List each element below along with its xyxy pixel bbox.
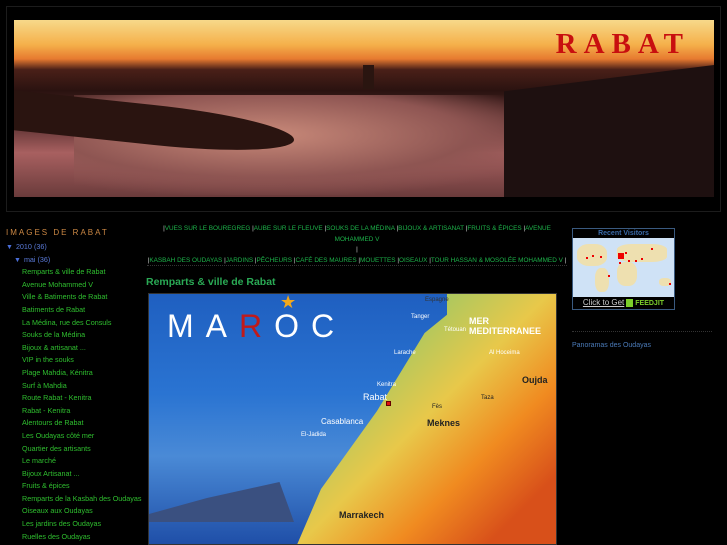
archive-post-link[interactable]: Remparts & ville de Rabat — [6, 267, 141, 280]
archive-post-link[interactable]: Remparts de la Kasbah des Oudayas — [6, 494, 141, 507]
archive-post-link[interactable]: Les Oudayas côté mer — [6, 431, 141, 444]
archive-post-link[interactable]: Alentours de Rabat — [6, 418, 141, 431]
category-nav: |VUES SUR LE BOUREGREG |AUBE SUR LE FLEU… — [147, 225, 567, 264]
archive-post-link[interactable]: Batiments de Rabat — [6, 305, 141, 318]
archive-post-link[interactable]: Les jardins des Oudayas — [6, 519, 141, 532]
feedjit-logo-icon — [626, 298, 634, 307]
archive-post-link[interactable]: Ruelles des Oudayas — [6, 532, 141, 545]
divider — [147, 265, 567, 266]
header-banner-image[interactable]: RABAT — [14, 20, 714, 197]
morocco-map-image[interactable]: MAROC ★ MER MEDITERRANEE Espagne Tanger … — [148, 293, 557, 545]
panoramas-link[interactable]: Panoramas des Oudayas — [572, 342, 651, 349]
archive-post-link[interactable]: Surf à Mahdia — [6, 381, 141, 394]
nav-link[interactable]: JARDINS — [226, 257, 253, 264]
archive-post-link[interactable]: Quartier des artisants — [6, 444, 141, 457]
archive-post-link[interactable]: Rabat - Kenitra — [6, 406, 141, 419]
visitors-world-map[interactable] — [573, 238, 674, 297]
nav-link[interactable]: CAFÉ DES MAURES — [296, 257, 357, 264]
archive-post-link[interactable]: Le marché — [6, 456, 141, 469]
archive-post-link[interactable]: Plage Mahdia, Kénitra — [6, 368, 141, 381]
blog-archive: ▼ 2010 (36) ▼ mai (36) Remparts & ville de… — [6, 242, 141, 544]
divider — [572, 331, 712, 332]
archive-post-link[interactable]: Fruits & épices — [6, 481, 141, 494]
nav-link[interactable]: BIJOUX & ARTISANAT — [398, 225, 464, 232]
nav-link[interactable]: VUES SUR LE BOUREGREG — [165, 225, 251, 232]
archive-post-link[interactable]: VIP in the souks — [6, 355, 141, 368]
triangle-down-icon[interactable]: ▼ — [6, 244, 13, 251]
nav-link[interactable]: FRUITS & ÉPICES — [467, 225, 521, 232]
archive-post-link[interactable]: Avenue Mohammed V — [6, 280, 141, 293]
nav-link[interactable]: TOUR HASSAN & MOSOLÉE MOHAMMED V — [431, 257, 563, 264]
star-icon: ★ — [280, 293, 297, 312]
archive-month[interactable]: ▼ mai (36) — [6, 255, 141, 268]
archive-post-link[interactable]: Bijoux & artisanat ... — [6, 343, 141, 356]
nav-link[interactable]: KASBAH DES OUDAYAS — [149, 257, 222, 264]
rabat-marker — [386, 401, 391, 406]
nav-link[interactable]: PÊCHEURS — [257, 257, 293, 264]
sidebar-heading: IMAGES DE RABAT — [6, 228, 109, 237]
nav-link[interactable]: OISEAUX — [399, 257, 427, 264]
nav-link[interactable]: AUBE SUR LE FLEUVE — [254, 225, 323, 232]
blog-title: RABAT — [555, 28, 690, 60]
triangle-down-icon[interactable]: ▼ — [14, 257, 21, 264]
nav-link[interactable]: SOUKS DE LA MÉDINA — [326, 225, 395, 232]
map-title: MAROC — [167, 308, 347, 344]
archive-post-link[interactable]: Route Rabat - Kenitra — [6, 393, 141, 406]
archive-post-link[interactable]: Oiseaux aux Oudayas — [6, 506, 141, 519]
widget-title: Recent Visitors — [573, 229, 674, 238]
archive-post-link[interactable]: Ville & Batiments de Rabat — [6, 292, 141, 305]
feedjit-button[interactable]: Click to Get FEEDJIT — [573, 297, 674, 309]
archive-post-link[interactable]: Souks de la Médina — [6, 330, 141, 343]
feedjit-widget[interactable]: Recent Visitors Click to Get FEEDJIT — [572, 228, 675, 310]
nav-link[interactable]: MOUETTES — [360, 257, 396, 264]
archive-post-link[interactable]: La Médina, rue des Consuls — [6, 318, 141, 331]
archive-year[interactable]: ▼ 2010 (36) — [6, 242, 141, 255]
post-title[interactable]: Remparts & ville de Rabat — [146, 276, 276, 288]
archive-post-link[interactable]: Bijoux Artisanat ... — [6, 469, 141, 482]
